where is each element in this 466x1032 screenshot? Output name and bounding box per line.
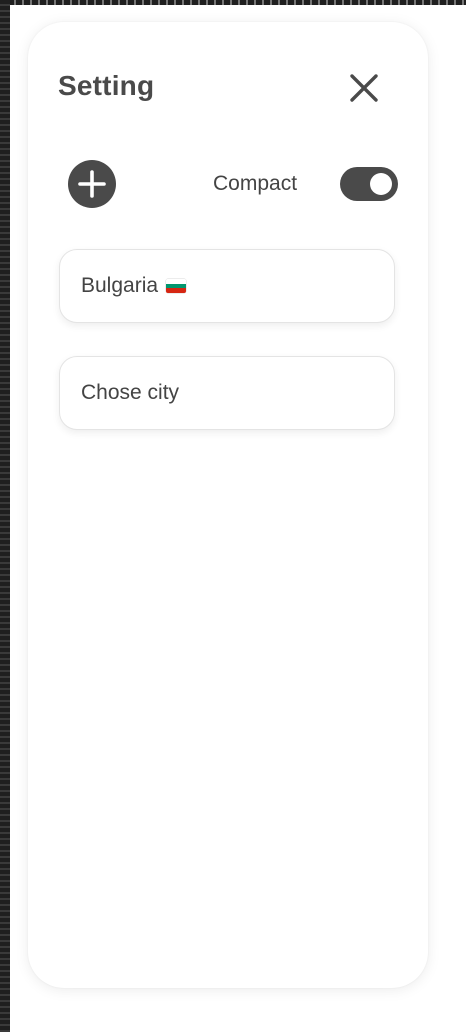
country-select[interactable]: Bulgaria [59, 249, 395, 323]
settings-panel: Setting Compact Bulgaria Chose city [28, 22, 428, 988]
toggle-knob [370, 173, 392, 195]
close-button[interactable] [344, 68, 384, 108]
country-value: Bulgaria [81, 274, 159, 297]
close-icon [350, 74, 378, 102]
city-select[interactable]: Chose city [59, 356, 395, 430]
city-placeholder: Chose city [81, 381, 180, 404]
compact-toggle[interactable] [340, 167, 398, 201]
plus-circle-icon [78, 170, 106, 198]
window-left-border [0, 0, 10, 1032]
bulgaria-flag-icon [166, 279, 187, 293]
settings-title: Setting [58, 70, 155, 101]
add-city-button[interactable] [68, 160, 116, 208]
window-top-border [0, 0, 466, 5]
compact-label: Compact [213, 172, 298, 195]
